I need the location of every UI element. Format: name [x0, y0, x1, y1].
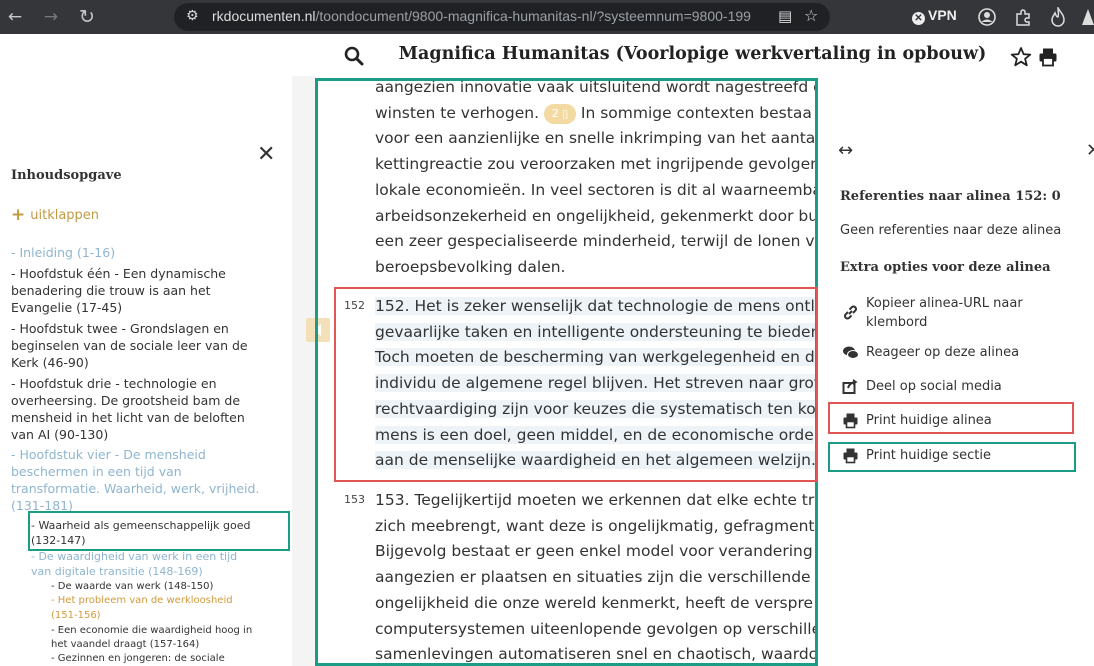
site-info-icon[interactable]: ⚙ [186, 8, 199, 24]
toc-subsubitem-gezinnen[interactable]: - Gezinnen en jongeren: de sociale [51, 652, 225, 665]
toc-item-hoofdstuk-2[interactable]: - Hoofdstuk twee - Grondslagen en [11, 320, 229, 337]
references-heading: Referenties naar alinea 152: 0 [840, 189, 1061, 204]
reload-icon[interactable]: ↻ [76, 6, 98, 28]
browser-toolbar: ← → ↻ ⚙ rkdocumenten.nl/toondocument/980… [0, 0, 1094, 34]
url-text[interactable]: rkdocumenten.nl/toondocument/9800-magnif… [212, 8, 751, 24]
toc-item-hoofdstuk-3-line2[interactable]: overheersing. De grootsheid bam de [11, 392, 240, 409]
share-icon [842, 379, 858, 394]
toc-item-hoofdstuk-4-line2[interactable]: beschermen in een tijd van [11, 463, 182, 480]
search-icon[interactable] [344, 46, 364, 66]
url-path: /toondocument/9800-magnifica-humanitas-n… [315, 8, 751, 24]
favorite-star-icon[interactable] [1010, 46, 1032, 68]
toc-item-hoofdstuk-3[interactable]: - Hoofdstuk drie - technologie en [11, 375, 217, 392]
extra-options-heading: Extra opties voor deze alinea [840, 260, 1051, 275]
vpn-button[interactable]: ✕ VPN [912, 7, 957, 25]
bookmark-star-icon[interactable]: ☆ [804, 6, 818, 25]
toc-subsubitem-waarde-werk[interactable]: - De waarde van werk (148-150) [51, 580, 213, 593]
toc-item-hoofdstuk-4-line3[interactable]: transformatie. Waarheid, werk, vrijheid. [11, 480, 259, 497]
url-domain: rkdocumenten.nl [212, 8, 316, 24]
toc-subsubitem-werkloosheid[interactable]: - Het probleem van de werkloosheid [51, 594, 233, 607]
toc-item-hoofdstuk-3-line3[interactable]: mensheid in het licht van de beloften [11, 409, 245, 426]
annotation-box-toc-current [28, 511, 290, 551]
comments-icon [843, 346, 859, 359]
link-icon [844, 305, 857, 320]
comment-label: Reageer op deze alinea [866, 345, 1020, 360]
toc-subsubitem-economie-line2[interactable]: het vaandel draagt (157-164) [51, 638, 199, 651]
print-icon[interactable] [1038, 47, 1058, 67]
flame-icon[interactable] [1049, 7, 1067, 27]
copy-url-label-line1: Kopieer alinea-URL naar [866, 296, 1023, 311]
annotation-box-print-paragraph [828, 402, 1074, 434]
toc-item-hoofdstuk-1-line3[interactable]: Evangelie (17-45) [11, 299, 122, 316]
vpn-label: VPN [928, 7, 957, 23]
page-title: Magnifica Humanitas (Voorlopige werkvert… [398, 44, 987, 64]
back-icon[interactable]: ← [4, 6, 26, 28]
toc-item-hoofdstuk-2-line3[interactable]: Kerk (46-90) [11, 354, 89, 371]
toc-item-hoofdstuk-3-line4[interactable]: van AI (90-130) [11, 426, 108, 443]
close-panel-icon[interactable]: ✕ [1086, 140, 1094, 161]
close-sidebar-icon[interactable]: ✕ [257, 142, 275, 167]
expand-label: uitklappen [30, 208, 100, 223]
toc-subsubitem-economie[interactable]: - Een economie die waardigheid hoog in [51, 624, 252, 637]
forward-icon[interactable]: → [40, 6, 62, 28]
toc-subitem-waardigheid-werk[interactable]: - De waardigheid van werk in een tijd [31, 549, 237, 564]
annotation-box-print-section [828, 442, 1076, 472]
plus-icon: + [11, 205, 26, 225]
toc-item-hoofdstuk-1-line2[interactable]: benadering die trouw is aan het [11, 282, 211, 299]
reader-mode-icon[interactable]: ▤ [778, 7, 792, 25]
vpn-icon: ✕ [912, 12, 925, 25]
expand-toc-button[interactable]: + uitklappen [11, 205, 99, 225]
toc-subitem-waardigheid-werk-line2[interactable]: van digitale transitie (148-169) [31, 564, 203, 579]
toc-heading: Inhoudsopgave [11, 168, 122, 183]
toc-item-hoofdstuk-4[interactable]: - Hoofdstuk vier - De mensheid [11, 446, 206, 463]
toc-item-hoofdstuk-2-line2[interactable]: beginselen van de sociale leer van de [11, 337, 248, 354]
toc-subsubitem-werkloosheid-line2[interactable]: (151-156) [51, 609, 101, 622]
comment-option[interactable]: Reageer op deze alinea [842, 343, 1082, 363]
profile-icon[interactable] [978, 8, 996, 26]
address-bar[interactable]: ⚙ rkdocumenten.nl/toondocument/9800-magn… [174, 3, 830, 31]
content-gutter [292, 76, 316, 666]
alert-icon[interactable] [1082, 8, 1094, 26]
copy-url-option[interactable]: Kopieer alinea-URL naar klembord [842, 294, 1082, 334]
no-references-text: Geen referenties naar deze alinea [840, 223, 1062, 238]
extensions-icon[interactable] [1014, 8, 1032, 26]
toc-item-inleiding[interactable]: - Inleiding (1-16) [11, 244, 115, 261]
paragraph-options-panel: ↔ ✕ Referenties naar alinea 152: 0 Geen … [818, 76, 1094, 666]
annotation-box-paragraph-152 [334, 287, 818, 482]
table-of-contents-sidebar: ✕ Inhoudsopgave + uitklappen - Inleiding … [0, 76, 292, 666]
share-label: Deel op social media [866, 379, 1002, 394]
resize-panel-icon[interactable]: ↔ [838, 140, 853, 161]
toc-item-hoofdstuk-1[interactable]: - Hoofdstuk één - Een dynamische [11, 265, 226, 282]
copy-url-label-line2: klembord [866, 315, 928, 330]
share-option[interactable]: Deel op social media [842, 377, 1082, 397]
